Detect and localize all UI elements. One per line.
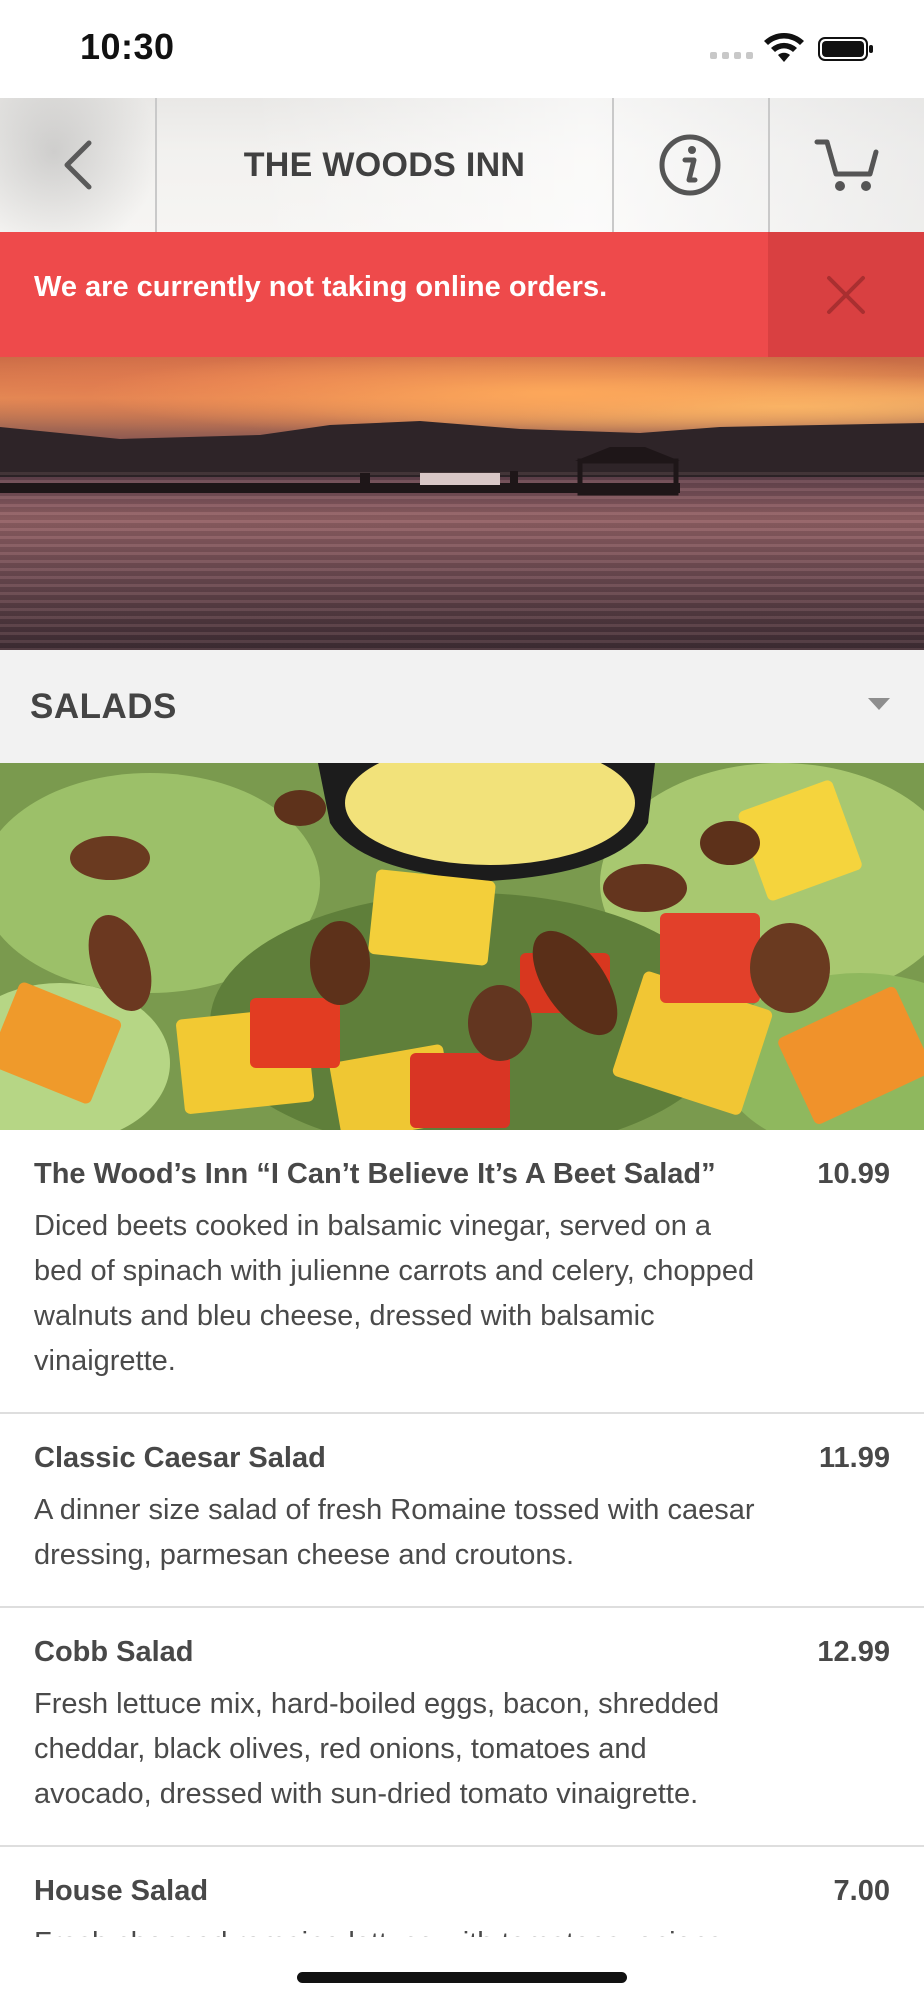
chevron-down-icon	[868, 698, 890, 710]
menu-item-description: A dinner size salad of fresh Romaine tos…	[34, 1494, 755, 1571]
menu-item-description: Fresh chopped romaine lettuce with tomat…	[34, 1921, 890, 1937]
menu-item-description: Diced beets cooked in balsamic vinegar, …	[34, 1210, 755, 1377]
menu-item-price: 10.99	[817, 1158, 890, 1190]
nav-header: THE WOODS INN	[0, 98, 924, 232]
menu-item-name: Cobb Salad	[34, 1636, 194, 1668]
menu-item-price: 7.00	[833, 1875, 890, 1907]
menu-item-price: 12.99	[817, 1636, 890, 1668]
hero-dock	[0, 447, 680, 496]
status-time: 10:30	[80, 26, 175, 67]
menu-item[interactable]: Cobb Salad 12.99 Fresh lettuce mix, hard…	[0, 1608, 924, 1847]
salad-photo	[0, 763, 924, 1130]
alert-banner: We are currently not taking online order…	[0, 232, 924, 357]
wifi-icon	[764, 33, 804, 62]
signal-icon	[710, 52, 753, 59]
cart-icon	[814, 139, 879, 191]
menu-item-name: House Salad	[34, 1875, 209, 1907]
cart-button[interactable]	[770, 98, 924, 232]
close-icon	[827, 275, 865, 314]
menu-item[interactable]: Classic Caesar Salad 11.99 A dinner size…	[0, 1414, 924, 1608]
menu-item-name: The Wood’s Inn “I Can’t Believe It’s A B…	[34, 1158, 716, 1190]
category-title: SALADS	[30, 687, 177, 726]
alert-close-button[interactable]	[768, 232, 924, 357]
info-icon	[659, 134, 721, 196]
menu-item-name: Classic Caesar Salad	[34, 1442, 326, 1474]
restaurant-hero-image	[0, 357, 924, 650]
menu-item-description: Fresh lettuce mix, hard-boiled eggs, bac…	[34, 1688, 720, 1810]
alert-message: We are currently not taking online order…	[34, 271, 608, 303]
menu-list: The Wood’s Inn “I Can’t Believe It’s A B…	[0, 1130, 924, 1937]
menu-item-price: 11.99	[819, 1442, 890, 1474]
category-dropdown[interactable]: SALADS	[0, 650, 924, 763]
status-bar: 10:30	[0, 0, 924, 98]
page-title: THE WOODS INN	[243, 146, 526, 184]
back-chevron-icon	[64, 140, 91, 190]
info-button[interactable]	[614, 98, 766, 232]
back-button[interactable]	[0, 98, 155, 232]
menu-item[interactable]: House Salad 7.00 Fresh chopped romaine l…	[0, 1847, 924, 1937]
salad-category-image	[0, 763, 924, 1130]
menu-item[interactable]: The Wood’s Inn “I Can’t Believe It’s A B…	[0, 1130, 924, 1414]
battery-icon	[818, 37, 873, 61]
home-indicator	[297, 1972, 627, 1983]
